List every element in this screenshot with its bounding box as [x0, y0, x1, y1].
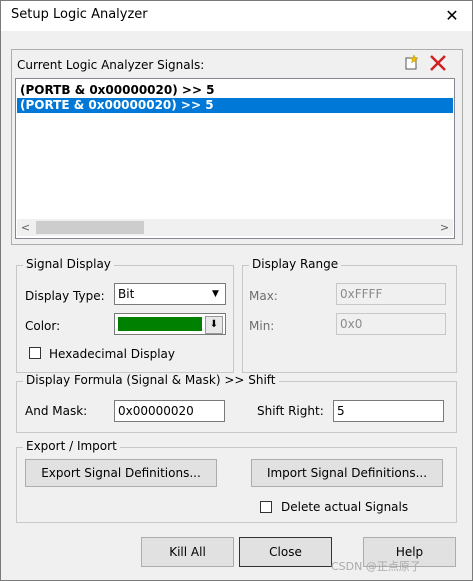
new-signal-icon[interactable] [403, 54, 420, 71]
scrollbar-thumb[interactable] [36, 221, 144, 234]
shift-right-label: Shift Right: [257, 404, 324, 418]
delete-signals-label: Delete actual Signals [281, 500, 409, 514]
title-bar: Setup Logic Analyzer ✕ [1, 1, 472, 31]
window-title: Setup Logic Analyzer [11, 7, 148, 22]
import-signal-definitions-button[interactable]: Import Signal Definitions... [251, 459, 443, 487]
min-input[interactable]: 0x0 [336, 313, 446, 335]
display-range-legend: Display Range [249, 257, 342, 271]
display-type-label: Display Type: [25, 289, 105, 303]
hex-display-checkbox[interactable] [29, 347, 41, 359]
scroll-left-icon[interactable]: < [17, 219, 34, 236]
signal-list-item-selected[interactable]: (PORTE & 0x00000020) >> 5 [17, 98, 453, 113]
delete-signal-icon[interactable] [428, 54, 448, 72]
signals-listbox[interactable]: (PORTB & 0x00000020) >> 5 (PORTE & 0x000… [15, 78, 455, 239]
scroll-right-icon[interactable]: > [436, 219, 453, 236]
display-type-value: Bit [118, 287, 135, 301]
min-label: Min: [249, 319, 275, 333]
close-icon[interactable]: ✕ [439, 3, 465, 29]
max-label: Max: [249, 289, 278, 303]
color-dropdown-icon[interactable]: ⬇ [205, 316, 223, 334]
and-mask-input[interactable]: 0x00000020 [114, 400, 225, 422]
close-button[interactable]: Close [239, 537, 332, 567]
max-input[interactable]: 0xFFFF [336, 283, 446, 305]
watermark: CSDN @正点原子 [331, 560, 421, 573]
kill-all-button[interactable]: Kill All [141, 537, 234, 567]
setup-logic-analyzer-dialog: Setup Logic Analyzer ✕ Current Logic Ana… [0, 0, 473, 581]
chevron-down-icon[interactable]: ▼ [207, 285, 224, 303]
delete-signals-checkbox[interactable] [260, 501, 272, 513]
color-swatch [118, 317, 202, 331]
shift-right-input[interactable]: 5 [333, 400, 444, 422]
color-label: Color: [25, 319, 61, 333]
export-import-legend: Export / Import [23, 439, 120, 453]
color-picker[interactable]: ⬇ [114, 313, 226, 335]
signals-label: Current Logic Analyzer Signals: [17, 58, 205, 72]
display-type-select[interactable]: Bit ▼ [114, 283, 226, 305]
display-formula-legend: Display Formula (Signal & Mask) >> Shift [23, 373, 279, 387]
signal-list-item[interactable]: (PORTB & 0x00000020) >> 5 [17, 83, 453, 98]
and-mask-label: And Mask: [25, 404, 88, 418]
export-signal-definitions-button[interactable]: Export Signal Definitions... [25, 459, 217, 487]
horizontal-scrollbar[interactable]: < > [17, 219, 453, 236]
signal-display-legend: Signal Display [23, 257, 114, 271]
hex-display-label: Hexadecimal Display [49, 347, 176, 361]
